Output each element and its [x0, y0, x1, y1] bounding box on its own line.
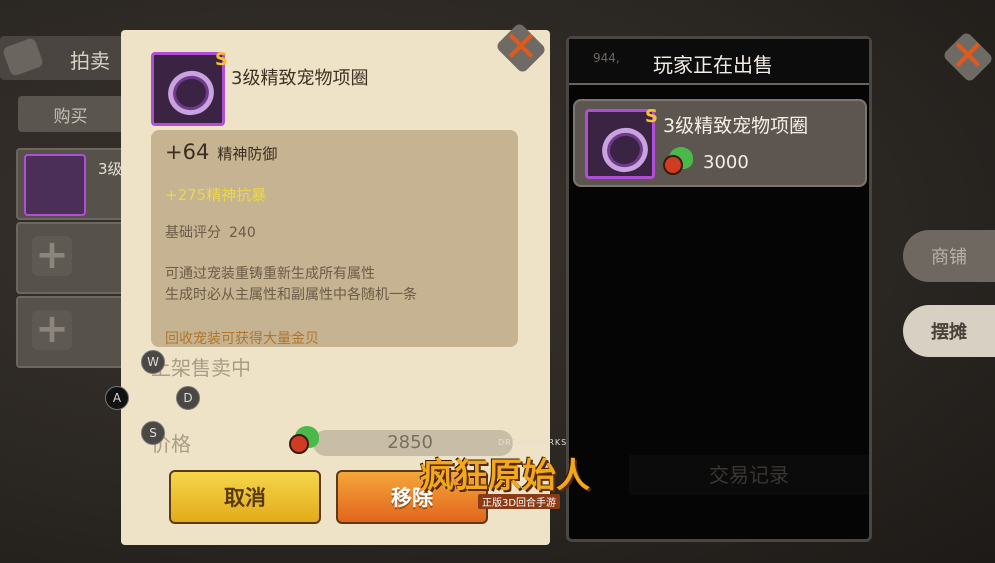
dreamworks-brand: DREAMWORKS	[498, 438, 568, 447]
item-name: 3级精致宠物项圈	[231, 68, 369, 89]
plus-icon: +	[32, 309, 72, 350]
collar-image	[595, 121, 655, 179]
selling-price: 3000	[703, 151, 749, 173]
trade-record-button[interactable]: 交易记录	[629, 455, 869, 495]
selling-item-card[interactable]: S 3级精致宠物项圈 3000	[573, 99, 867, 187]
collar-image	[161, 64, 221, 122]
shell-currency-icon	[289, 426, 319, 456]
pet-collar-icon: S	[585, 106, 658, 179]
shell-currency-icon	[663, 147, 693, 177]
pet-collar-icon: S	[151, 49, 228, 126]
s-rank-badge: S	[645, 106, 658, 127]
shop-tab[interactable]: 商铺	[903, 230, 995, 282]
score-label: 基础评分	[165, 225, 221, 241]
main-stat: +64 精神防御	[165, 140, 277, 164]
buy-tab[interactable]: 购买	[18, 96, 123, 132]
s-rank-badge: S	[215, 49, 228, 70]
auction-tab[interactable]: 拍卖	[0, 36, 140, 80]
stat-name: 精神防御	[217, 145, 278, 163]
hammer-icon	[1, 37, 45, 77]
listing-status: 上架售卖中	[151, 356, 251, 380]
score-value: 240	[229, 225, 256, 241]
stall-tab[interactable]: 摆摊	[903, 305, 995, 357]
selling-item-name: 3级精致宠物项圈	[663, 115, 809, 137]
key-d-hint: D	[176, 386, 200, 410]
my-listing-slot[interactable]: 3级	[16, 148, 130, 220]
bonus-stat: +275精神抗暴	[165, 186, 267, 204]
empty-slot[interactable]: +	[16, 296, 130, 368]
close-icon[interactable]: ✕	[495, 22, 547, 74]
auction-title: 拍卖	[70, 49, 110, 73]
close-icon[interactable]: ✕	[942, 31, 994, 83]
panel-title: 玩家正在出售	[653, 53, 773, 77]
description-text: 可通过宠装重铸重新生成所有属性 生成时必从主属性和副属性中各随机一条	[165, 266, 417, 303]
slot-item-name: 3级	[98, 160, 123, 178]
pet-collar-icon	[24, 154, 86, 216]
key-s-hint: S	[141, 421, 165, 445]
coin-count: 944,	[593, 51, 620, 65]
recycle-text: 回收宠装可获得大量金贝	[165, 331, 319, 347]
logo-subtitle: 正版3D回合手游	[478, 494, 561, 509]
key-w-hint: W	[141, 350, 165, 374]
item-description-box: +64 精神防御 +275精神抗暴 基础评分 240 可通过宠装重铸重新生成所有属性…	[151, 130, 518, 347]
logo-title: 疯狂原始人	[420, 456, 590, 496]
panel-header: 944, 玩家正在出售	[569, 39, 869, 85]
key-a-hint: A	[105, 386, 129, 410]
game-logo: DREAMWORKS 疯狂原始人 正版3D回合手游	[420, 438, 620, 510]
stat-value: +64	[165, 140, 210, 164]
plus-icon: +	[32, 235, 72, 276]
base-score: 基础评分 240	[165, 222, 256, 242]
selling-price-row: 3000	[663, 147, 749, 177]
empty-slot[interactable]: +	[16, 222, 130, 294]
cancel-button[interactable]: 取消	[169, 470, 321, 524]
